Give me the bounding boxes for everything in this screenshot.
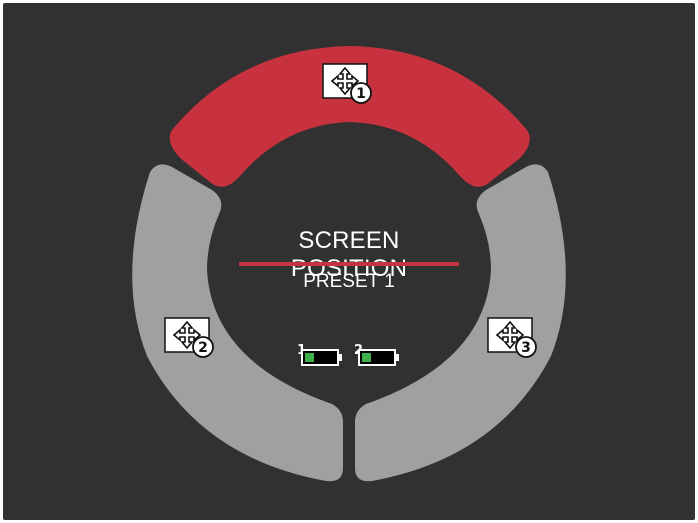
- segment-badge-3: 3: [521, 340, 531, 356]
- preset-label: PRESET 1: [303, 271, 395, 292]
- segment-badge-1: 1: [356, 86, 366, 102]
- battery-level-fill: [362, 353, 371, 362]
- battery-terminal: [339, 354, 342, 361]
- title-underline: [239, 262, 459, 266]
- battery-level-fill: [305, 353, 314, 362]
- move-arrows-icon: 2: [164, 317, 214, 358]
- battery-icon: [358, 349, 396, 366]
- battery-icon: [301, 349, 339, 366]
- segment-badge-2: 2: [198, 340, 208, 356]
- move-arrows-icon: 3: [487, 317, 537, 358]
- battery-terminal: [396, 354, 399, 361]
- move-arrows-icon: 1: [322, 63, 372, 104]
